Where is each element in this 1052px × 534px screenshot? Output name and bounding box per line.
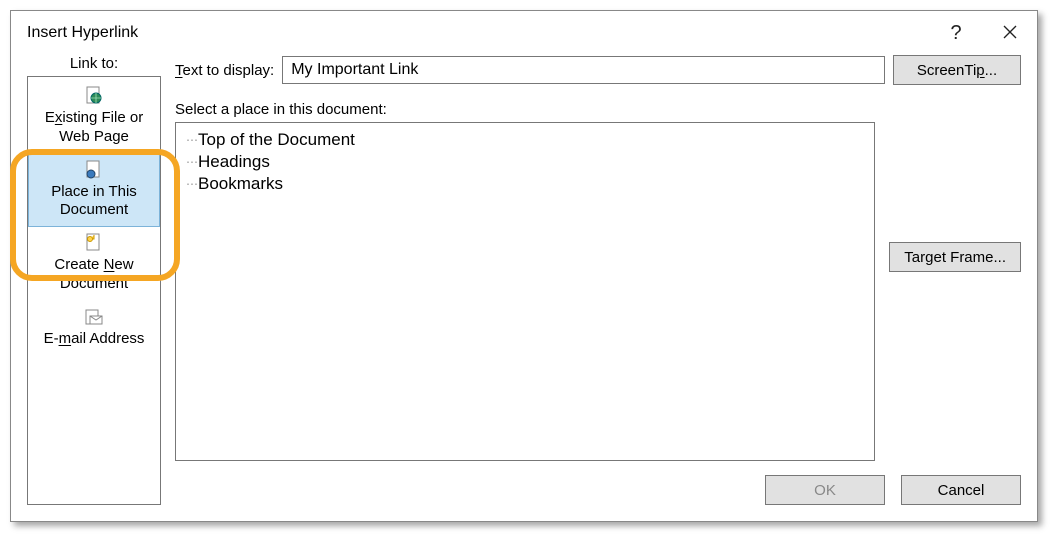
tree-branch-icon: ⋯ — [186, 133, 194, 147]
close-button[interactable] — [983, 11, 1037, 55]
tree-branch-icon: ⋯ — [186, 177, 194, 191]
help-button[interactable]: ? — [929, 11, 983, 55]
linkto-place-line2: Document — [60, 201, 128, 220]
place-tree[interactable]: ⋯ Top of the Document ⋯ Headings ⋯ Bookm… — [175, 122, 875, 461]
link-to-label: Link to: — [27, 55, 161, 72]
insert-hyperlink-dialog: Insert Hyperlink ? Link to: — [10, 10, 1038, 522]
linkto-place-in-document[interactable]: Place in This Document — [28, 154, 160, 228]
ok-button[interactable]: OK — [765, 475, 885, 505]
close-icon — [1003, 23, 1017, 44]
linkto-email-address[interactable]: E-mail Address — [28, 302, 160, 355]
tree-item-headings[interactable]: ⋯ Headings — [186, 151, 864, 173]
tree-item-bookmarks[interactable]: ⋯ Bookmarks — [186, 173, 864, 195]
select-place-label: Select a place in this document: — [175, 101, 1021, 118]
envelope-icon — [83, 306, 105, 328]
screentip-button[interactable]: ScreenTip... — [893, 55, 1021, 85]
linkto-place-line1: Place in This — [51, 183, 137, 202]
document-globe-icon — [83, 159, 105, 181]
linkto-existing-file[interactable]: Existing File or Web Page — [28, 81, 160, 153]
dialog-title: Insert Hyperlink — [27, 24, 138, 42]
text-to-display-label: Text to display: — [175, 62, 274, 79]
globe-page-icon — [83, 85, 105, 107]
cancel-button[interactable]: Cancel — [901, 475, 1021, 505]
tree-branch-icon: ⋯ — [186, 155, 194, 169]
tree-item-top[interactable]: ⋯ Top of the Document — [186, 129, 864, 151]
text-to-display-input[interactable] — [282, 56, 885, 84]
new-document-icon — [83, 232, 105, 254]
help-icon: ? — [950, 22, 961, 45]
target-frame-button[interactable]: Target Frame... — [889, 242, 1021, 272]
linkto-create-new[interactable]: Create New Document — [28, 228, 160, 300]
titlebar: Insert Hyperlink ? — [11, 11, 1037, 55]
link-to-panel: Existing File or Web Page Place in This … — [27, 76, 161, 505]
